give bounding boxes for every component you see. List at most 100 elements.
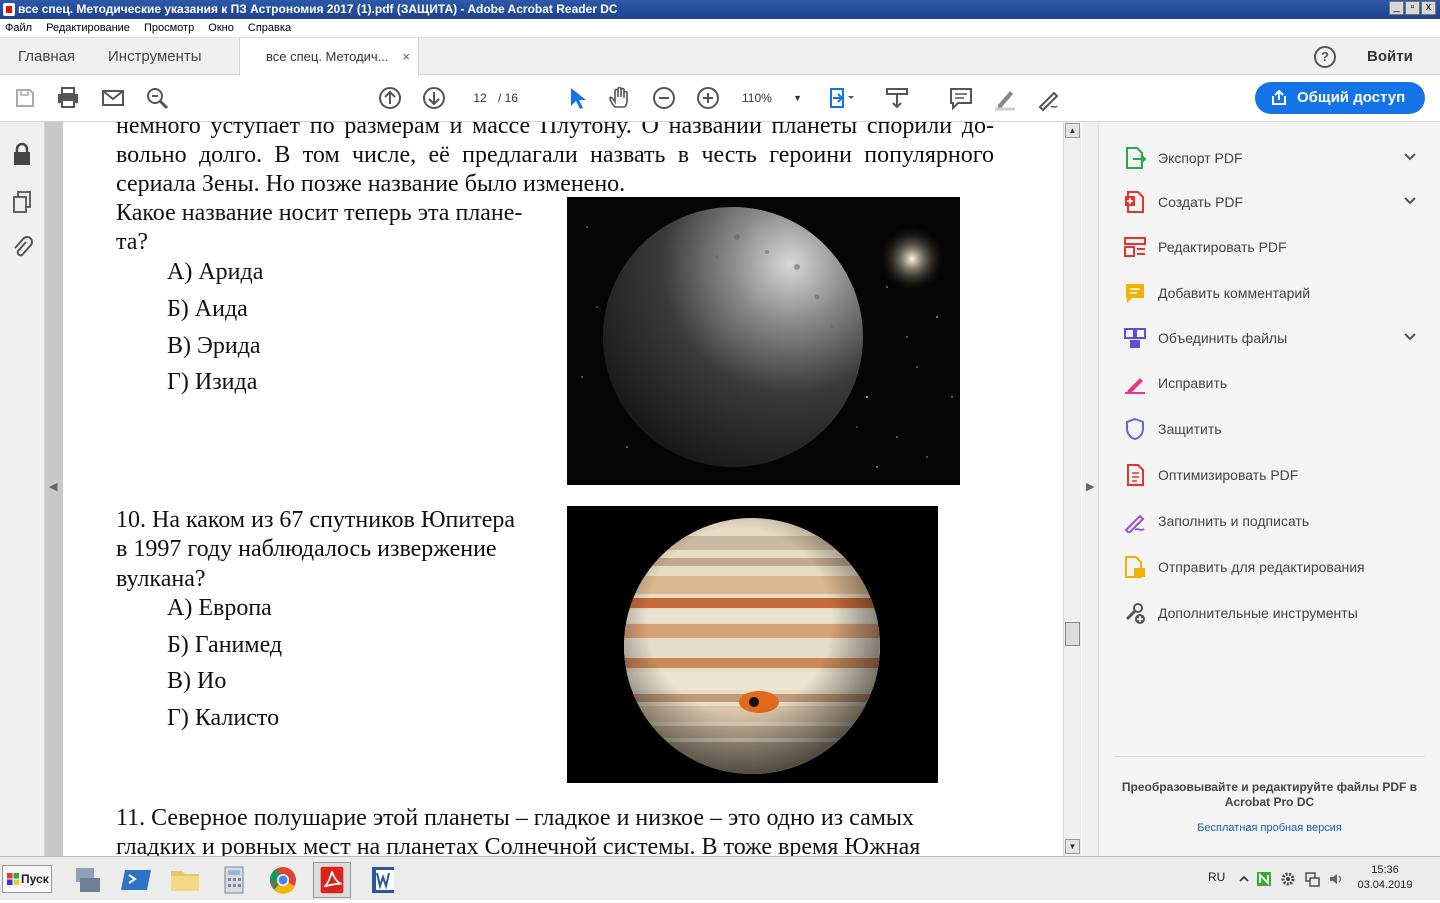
answer-option: А) Арида <box>167 259 264 285</box>
menu-file[interactable]: Файл <box>5 22 32 34</box>
expand-right-arrow-icon[interactable]: ▶ <box>1086 480 1094 493</box>
tool-combine-files[interactable]: Объединить файлы <box>1123 323 1423 353</box>
menu-help[interactable]: Справка <box>248 22 291 34</box>
sign-icon[interactable] <box>1036 85 1062 112</box>
page-down-icon[interactable] <box>421 85 447 111</box>
tool-fill-edit[interactable]: Исправить <box>1123 368 1423 398</box>
tool-fill-sign[interactable]: Заполнить и подписать <box>1123 506 1423 536</box>
tool-optimize-pdf[interactable]: Оптимизировать PDF <box>1123 460 1423 490</box>
select-icon[interactable] <box>563 85 589 111</box>
folder-icon[interactable] <box>166 862 204 898</box>
panel-toggle[interactable]: ▶ <box>1082 122 1099 856</box>
tool-label: Создать PDF <box>1158 194 1244 210</box>
zoom-out-icon[interactable] <box>651 85 677 111</box>
windows-flag-icon <box>7 873 19 885</box>
tools-panel: Экспорт PDF Создать PDF Редактировать PD… <box>1099 122 1440 856</box>
more-tools-icon <box>1125 603 1145 624</box>
hand-icon[interactable] <box>607 85 633 111</box>
menu-bar: Файл Редактирование Просмотр Окно Справк… <box>0 19 1440 38</box>
lock-icon[interactable] <box>11 142 33 166</box>
minimize-button[interactable]: _ <box>1389 1 1404 15</box>
combine-files-icon <box>1124 328 1146 348</box>
print-icon[interactable] <box>55 85 81 111</box>
powershell-icon[interactable] <box>117 862 155 898</box>
acrobat-app-icon <box>3 3 15 16</box>
search-icon[interactable] <box>144 85 170 111</box>
document-viewer[interactable]: немного уступает по размерам и массе Плу… <box>45 122 1063 856</box>
menu-view[interactable]: Просмотр <box>144 22 194 34</box>
answer-option: Б) Аида <box>167 296 248 322</box>
tool-add-comment[interactable]: Добавить комментарий <box>1123 278 1423 308</box>
save-icon[interactable] <box>12 85 38 111</box>
close-tab-button[interactable]: × <box>402 38 410 75</box>
question-10-line: в 1997 году наблюдалось извержение <box>116 536 497 562</box>
scroll-thumb[interactable] <box>1065 622 1080 646</box>
scroll-mode-icon[interactable] <box>884 85 910 111</box>
comment-icon[interactable] <box>948 85 974 111</box>
export-pdf-icon <box>1126 147 1147 169</box>
tool-create-pdf[interactable]: Создать PDF <box>1123 187 1423 217</box>
tray-app-n-icon[interactable] <box>1256 871 1272 887</box>
window-title: все спец. Методические указания к ПЗ Аст… <box>18 2 618 16</box>
clock-time: 15:36 <box>1371 864 1399 876</box>
start-button[interactable]: Пуск <box>2 865 52 893</box>
chevron-down-icon[interactable] <box>1403 194 1417 208</box>
tab-document[interactable]: все спец. Методич... × <box>239 38 419 76</box>
tool-edit-pdf[interactable]: Редактировать PDF <box>1123 232 1423 262</box>
pages-icon[interactable] <box>11 190 33 214</box>
volume-icon[interactable] <box>1328 871 1344 887</box>
chrome-icon[interactable] <box>264 862 302 898</box>
chevron-down-icon[interactable] <box>1403 330 1417 344</box>
pdf-page: немного уступает по размерам и массе Плу… <box>63 122 1063 856</box>
tool-label: Исправить <box>1158 375 1228 391</box>
tool-export-pdf[interactable]: Экспорт PDF <box>1123 143 1423 173</box>
calculator-icon[interactable] <box>215 862 253 898</box>
zoom-select[interactable]: 110% ▼ <box>742 86 804 110</box>
answer-option: В) Эрида <box>167 333 261 359</box>
acrobat-icon[interactable] <box>313 862 351 898</box>
paragraph-line: немного уступает по размерам и массе Плу… <box>116 122 994 139</box>
network-app-icon[interactable] <box>68 862 106 898</box>
fill-sign-icon <box>1124 514 1145 533</box>
network-status-icon[interactable] <box>1304 871 1320 887</box>
help-icon[interactable]: ? <box>1314 46 1336 68</box>
zoom-in-icon[interactable] <box>695 85 721 111</box>
menu-window[interactable]: Окно <box>208 22 234 34</box>
tab-tools[interactable]: Инструменты <box>108 38 202 75</box>
close-window-button[interactable]: x <box>1421 1 1436 15</box>
scroll-up-arrow-icon[interactable]: ▲ <box>1065 123 1080 138</box>
collapse-left-arrow-icon[interactable]: ◀ <box>49 480 57 493</box>
login-button[interactable]: Войти <box>1367 38 1413 75</box>
share-button[interactable]: Общий доступ <box>1255 82 1425 114</box>
maximize-button[interactable]: ▫ <box>1405 1 1420 15</box>
tab-home[interactable]: Главная <box>18 38 75 75</box>
zoom-value: 110% <box>742 91 772 105</box>
edit-pdf-icon <box>1124 237 1146 257</box>
chevron-down-icon[interactable] <box>1403 150 1417 164</box>
highlight-icon[interactable] <box>992 85 1018 111</box>
tool-protect[interactable]: Защитить <box>1123 414 1423 444</box>
fit-page-icon[interactable] <box>828 85 854 111</box>
tool-more-tools[interactable]: Дополнительные инструменты <box>1123 598 1423 628</box>
page-number-input[interactable]: 12 <box>465 86 495 110</box>
menu-edit[interactable]: Редактирование <box>46 22 130 34</box>
free-trial-link[interactable]: Бесплатная пробная версия <box>1109 822 1430 834</box>
tool-send-review[interactable]: Отправить для редактирования <box>1123 552 1423 582</box>
page-up-icon[interactable] <box>377 85 403 111</box>
tool-label: Добавить комментарий <box>1158 285 1311 301</box>
tool-label: Редактировать PDF <box>1158 239 1287 255</box>
vertical-scrollbar[interactable]: ▲ ▼ <box>1063 122 1081 856</box>
attachment-icon[interactable] <box>11 235 33 259</box>
question-10-line: 10. На каком из 67 спутников Юпитера <box>116 507 516 533</box>
scroll-down-arrow-icon[interactable]: ▼ <box>1065 839 1080 854</box>
system-clock[interactable]: 15:36 03.04.2019 <box>1352 863 1418 893</box>
answer-option: А) Европа <box>167 595 272 621</box>
question-11-line: 11. Северное полушарие этой планеты – гл… <box>116 805 915 831</box>
taskbar: Пуск RU 15:36 03.04.2019 <box>0 856 1440 900</box>
keyboard-language[interactable]: RU <box>1208 870 1225 884</box>
settings-gear-icon[interactable] <box>1280 871 1296 887</box>
shield-icon <box>1126 417 1144 441</box>
mail-icon[interactable] <box>100 85 126 111</box>
word-icon[interactable] <box>364 862 402 898</box>
tray-expand-icon[interactable] <box>1236 871 1252 887</box>
